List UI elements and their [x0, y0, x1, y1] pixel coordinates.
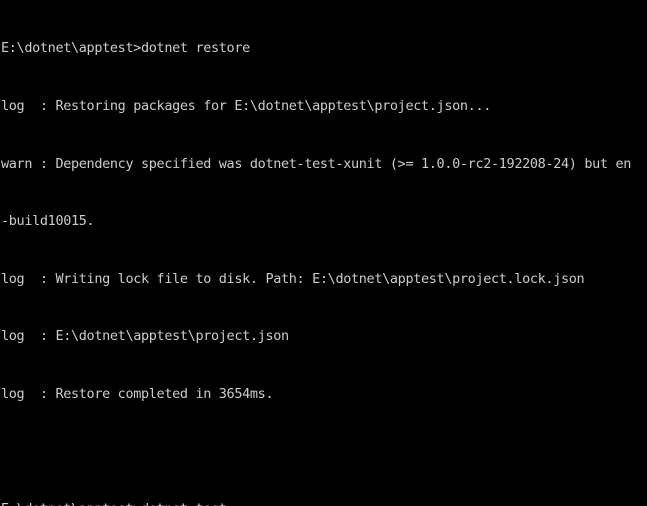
- console-line-text: log : Restore completed in 3654ms.: [1, 385, 274, 402]
- console-line-text: -build10015.: [1, 213, 95, 230]
- console-line-blank-1: [1, 443, 647, 462]
- console-line-l04: -build10015.: [1, 212, 647, 231]
- console-line-text: warn : Dependency specified was dotnet-t…: [1, 155, 631, 172]
- console-line-text: E:\dotnet\apptest>dotnet test: [1, 501, 227, 506]
- terminal-console[interactable]: E:\dotnet\apptest>dotnet restore log : R…: [0, 0, 647, 506]
- console-line-text: E:\dotnet\apptest>dotnet restore: [1, 40, 250, 57]
- console-line-l09: E:\dotnet\apptest>dotnet test: [1, 500, 647, 506]
- console-line-l07: log : Restore completed in 3654ms.: [1, 385, 647, 404]
- console-line-l05: log : Writing lock file to disk. Path: E…: [1, 270, 647, 289]
- console-line-text: log : Restoring packages for E:\dotnet\a…: [1, 98, 491, 114]
- console-line-text: log : Writing lock file to disk. Path: E…: [1, 270, 585, 287]
- console-line-l02: log : Restoring packages for E:\dotnet\a…: [1, 97, 647, 116]
- console-line-l06: log : E:\dotnet\apptest\project.json: [1, 327, 647, 346]
- console-line-text: log : E:\dotnet\apptest\project.json: [1, 328, 289, 345]
- console-line-l01: E:\dotnet\apptest>dotnet restore: [1, 39, 647, 58]
- console-line-l03: warn : Dependency specified was dotnet-t…: [1, 155, 647, 174]
